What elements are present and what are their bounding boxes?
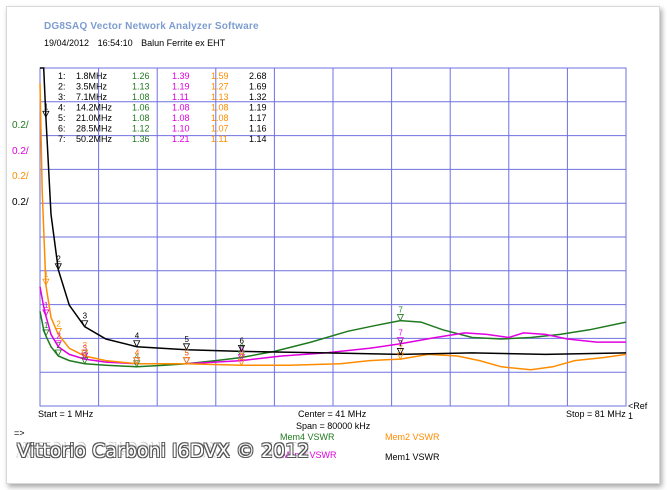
marker-table-freq: 7.1MHz: [76, 92, 108, 102]
marker-table-mem1: 1.16: [249, 124, 267, 134]
marker-table-mem4: 1.26: [132, 71, 150, 81]
marker-table-id: 3:: [58, 92, 66, 102]
marker-table-mem4: 1.06: [132, 103, 150, 113]
marker-table-mem3: 1.08: [172, 113, 190, 123]
marker-table-mem2: 1.27: [211, 82, 229, 92]
center-freq: Center = 41 MHz: [298, 409, 367, 419]
marker-table-mem2: 1.07: [211, 124, 229, 134]
marker-table-mem1: 1.19: [249, 103, 267, 113]
marker-table-mem4: 1.36: [132, 134, 150, 144]
marker-number: 1: [44, 270, 49, 279]
marker-table-mem4: 1.08: [132, 92, 150, 102]
marker-table-freq: 21.0MHz: [76, 113, 113, 123]
marker-number: 6: [239, 350, 244, 359]
marker-table-id: 1:: [58, 71, 66, 81]
marker-number: 1: [44, 102, 49, 111]
marker-table-freq: 3.5MHz: [76, 82, 108, 92]
marker-table-mem3: 1.21: [172, 134, 190, 144]
marker-number: 5: [185, 349, 190, 358]
marker-table-freq: 1.8MHz: [76, 71, 108, 81]
marker-number: 7: [398, 329, 403, 338]
ref-indicator: <Ref: [628, 401, 648, 411]
marker-table-mem3: 1.39: [172, 71, 190, 81]
marker-table-mem2: 1.13: [211, 92, 229, 102]
marker-number: 7: [398, 339, 403, 348]
marker-number: 3: [83, 341, 88, 350]
marker-number: 3: [83, 312, 88, 321]
marker-number: 4: [135, 332, 140, 341]
marker-number: 4: [135, 349, 140, 358]
marker-table-id: 2:: [58, 82, 66, 92]
marker-table-id: 7:: [58, 134, 66, 144]
marker-table-mem3: 1.11: [172, 92, 189, 102]
marker-number: 6: [239, 336, 244, 345]
marker-number: 7: [398, 306, 403, 315]
marker-table-id: 5:: [58, 113, 66, 123]
marker-table-id: 4:: [58, 103, 66, 113]
marker-table-id: 6:: [58, 124, 66, 134]
marker-table-mem4: 1.13: [132, 82, 150, 92]
marker-table-mem2: 1.11: [211, 134, 228, 144]
marker-table-mem3: 1.19: [172, 82, 190, 92]
marker-table-mem2: 1.08: [211, 113, 229, 123]
marker-table-mem1: 2.68: [249, 71, 267, 81]
mem2-label[interactable]: Mem2 VSWR: [385, 432, 440, 442]
ref-indicator-sub: 1: [628, 411, 633, 421]
stop-freq: Stop = 81 MHz: [566, 409, 626, 419]
marker-table-mem2: 1.59: [211, 71, 229, 81]
marker-table-mem2: 1.08: [211, 103, 229, 113]
marker-table-mem4: 1.12: [132, 124, 150, 134]
marker-table-mem1: 1.32: [249, 92, 267, 102]
marker-table-freq: 14.2MHz: [76, 103, 113, 113]
marker-table-mem1: 1.17: [249, 113, 267, 123]
marker-number: 1: [44, 321, 49, 330]
marker-table-mem4: 1.08: [132, 113, 150, 123]
cursor-arrow[interactable]: =>: [14, 428, 25, 438]
start-freq: Start = 1 MHz: [38, 409, 94, 419]
marker-table-mem1: 1.69: [249, 82, 267, 92]
marker-number: 5: [185, 335, 190, 344]
marker-table-freq: 50.2MHz: [76, 134, 113, 144]
marker-number: 2: [56, 319, 61, 328]
watermark: Vittorio Carboni I6DVX © 2012: [17, 440, 310, 462]
marker-number: 2: [56, 255, 61, 264]
marker-table-mem1: 1.14: [249, 134, 267, 144]
marker-number: 1: [44, 301, 49, 310]
marker-table-mem3: 1.10: [172, 124, 190, 134]
marker-table-mem3: 1.08: [172, 103, 190, 113]
marker-table-freq: 28.5MHz: [76, 124, 113, 134]
span-freq: Span = 80000 kHz: [296, 421, 371, 431]
mem1-label[interactable]: Mem1 VSWR: [385, 452, 440, 462]
